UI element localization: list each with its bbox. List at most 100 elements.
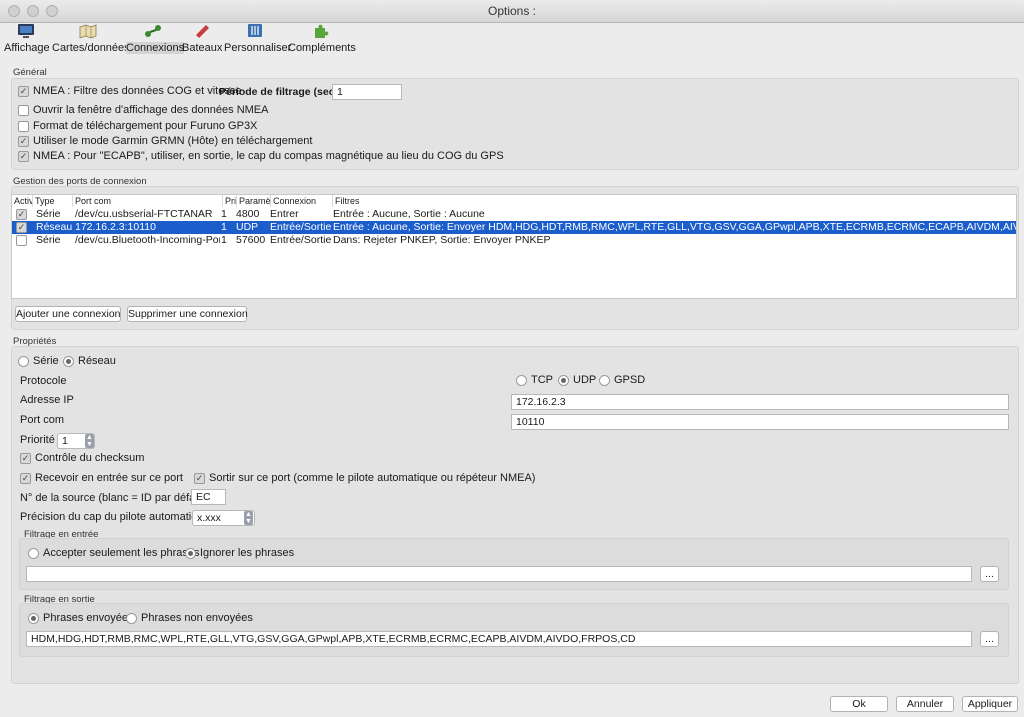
radio-circle[interactable] bbox=[63, 355, 74, 367]
connections-table[interactable]: Activ Type Port com Pri Paramètr Connexi… bbox=[11, 194, 1017, 299]
port-label: Port com bbox=[20, 414, 65, 426]
radio-circle[interactable] bbox=[185, 547, 196, 559]
priority-label: Priorité bbox=[20, 434, 55, 446]
gpsd-label: GPSD bbox=[614, 374, 646, 386]
not-sent-radio[interactable]: Phrases non envoyées bbox=[126, 612, 253, 624]
sent-radio[interactable]: Phrases envoyées bbox=[28, 612, 134, 624]
col-header-params[interactable]: Paramètr bbox=[237, 195, 271, 207]
row-filters: Entrée : Aucune, Sortie : Aucune bbox=[333, 208, 485, 220]
col-header-filters[interactable]: Filtres bbox=[333, 195, 1016, 207]
ip-input[interactable]: 172.16.2.3 bbox=[511, 394, 1009, 410]
row-connection: Entrée/Sortie bbox=[270, 234, 332, 246]
input-filter-field[interactable] bbox=[26, 566, 972, 582]
remove-connection-button[interactable]: Supprimer une connexion bbox=[127, 306, 248, 322]
precision-value: x.xxx bbox=[197, 512, 221, 524]
ignore-radio[interactable]: Ignorer les phrases bbox=[185, 547, 294, 559]
row-filters: Entrée : Aucune, Sortie: Envoyer HDM,HDG… bbox=[333, 221, 1016, 233]
connections-icon bbox=[145, 25, 161, 37]
apply-button[interactable]: Appliquer bbox=[962, 696, 1018, 712]
radio-circle[interactable] bbox=[558, 374, 569, 386]
row-type: Réseau bbox=[36, 221, 73, 233]
gpsd-radio[interactable]: GPSD bbox=[599, 374, 645, 386]
toolbar-complements[interactable]: Compléments bbox=[288, 22, 356, 62]
col-header-active[interactable]: Activ bbox=[12, 195, 33, 207]
tcp-label: TCP bbox=[531, 374, 553, 386]
radio-circle[interactable] bbox=[599, 374, 610, 386]
checkbox-box[interactable]: ✓ bbox=[18, 150, 29, 162]
add-connection-button[interactable]: Ajouter une connexion bbox=[15, 306, 121, 322]
checksum-label: Contrôle du checksum bbox=[35, 452, 145, 464]
checksum-checkbox[interactable]: ✓ Contrôle du checksum bbox=[20, 452, 144, 464]
row-type: Série bbox=[36, 208, 61, 220]
row-priority: 1 bbox=[221, 221, 227, 233]
ignore-label: Ignorer les phrases bbox=[200, 547, 295, 559]
row-port: /dev/cu.usbserial-FTCTANAR bbox=[75, 208, 213, 220]
charts-icon bbox=[79, 24, 97, 39]
input-filter-group bbox=[19, 538, 1009, 590]
serie-radio[interactable]: Série bbox=[18, 355, 59, 367]
row-filters: Dans: Rejeter PNKEP, Sortie: Envoyer PNK… bbox=[333, 234, 551, 246]
toolbar-affichage[interactable]: Affichage bbox=[4, 22, 50, 62]
not-sent-label: Phrases non envoyées bbox=[141, 612, 253, 624]
stepper-arrows-icon[interactable]: ▲ ▼ bbox=[85, 434, 94, 448]
radio-circle[interactable] bbox=[28, 612, 39, 624]
toolbar-cartes[interactable]: Cartes/données bbox=[52, 22, 130, 62]
output-checkbox[interactable]: ✓ Sortir sur ce port (comme le pilote au… bbox=[194, 472, 535, 484]
table-row-selected[interactable]: ✓ Réseau 172.16.2.3:10110 1 UDP Entrée/S… bbox=[12, 221, 1016, 234]
radio-circle[interactable] bbox=[516, 374, 527, 386]
furuno-checkbox[interactable]: Format de téléchargement pour Furuno GP3… bbox=[18, 120, 257, 132]
input-filter-browse-button[interactable]: ... bbox=[980, 566, 999, 582]
radio-circle[interactable] bbox=[18, 355, 29, 367]
select-arrows-icon[interactable]: ▲ ▼ bbox=[244, 511, 253, 525]
ecapb-checkbox[interactable]: ✓ NMEA : Pour "ECAPB", utiliser, en sort… bbox=[18, 150, 504, 162]
table-row[interactable]: ✓ Série /dev/cu.usbserial-FTCTANAR 1 480… bbox=[12, 208, 1016, 221]
accept-label: Accepter seulement les phrases bbox=[43, 547, 200, 559]
checkbox-box[interactable] bbox=[18, 120, 29, 132]
radio-circle[interactable] bbox=[28, 547, 39, 559]
accept-radio[interactable]: Accepter seulement les phrases bbox=[28, 547, 200, 559]
checkbox-box[interactable]: ✓ bbox=[20, 452, 31, 464]
row-active-checkbox[interactable]: ✓ bbox=[16, 209, 27, 220]
toolbar-connexions[interactable]: Connexions bbox=[126, 22, 185, 62]
toolbar-personnaliser[interactable]: Personnaliser bbox=[224, 22, 291, 62]
radio-circle[interactable] bbox=[126, 612, 137, 624]
receive-checkbox[interactable]: ✓ Recevoir en entrée sur ce port bbox=[20, 472, 183, 484]
checkbox-box[interactable]: ✓ bbox=[20, 472, 31, 484]
checkbox-box[interactable]: ✓ bbox=[18, 135, 29, 147]
row-active-checkbox[interactable] bbox=[16, 235, 27, 246]
precision-label: Précision du cap du pilote automatique bbox=[20, 511, 210, 523]
garmin-checkbox[interactable]: ✓ Utiliser le mode Garmin GRMN (Hôte) en… bbox=[18, 135, 312, 147]
reseau-radio[interactable]: Réseau bbox=[63, 355, 116, 367]
table-row[interactable]: Série /dev/cu.Bluetooth-Incoming-Port 1 … bbox=[12, 234, 1016, 247]
row-priority: 1 bbox=[221, 208, 227, 220]
open-nmea-window-checkbox[interactable]: Ouvrir la fenêtre d'affichage des donnée… bbox=[18, 104, 268, 116]
col-header-type[interactable]: Type bbox=[33, 195, 73, 207]
udp-radio[interactable]: UDP bbox=[558, 374, 596, 386]
output-filter-field[interactable]: HDM,HDG,HDT,RMB,RMC,WPL,RTE,GLL,VTG,GSV,… bbox=[26, 631, 972, 647]
ships-icon bbox=[196, 25, 209, 38]
tcp-radio[interactable]: TCP bbox=[516, 374, 553, 386]
customize-icon bbox=[248, 24, 262, 37]
toolbar-label: Personnaliser bbox=[224, 42, 292, 54]
furuno-label: Format de téléchargement pour Furuno GP3… bbox=[33, 120, 258, 132]
col-header-priority[interactable]: Pri bbox=[223, 195, 237, 207]
col-header-connection[interactable]: Connexion bbox=[271, 195, 333, 207]
row-active-checkbox[interactable]: ✓ bbox=[16, 222, 27, 233]
output-filter-browse-button[interactable]: ... bbox=[980, 631, 999, 647]
nmea-filter-checkbox[interactable]: ✓ NMEA : Filtre des données COG et vites… bbox=[18, 85, 241, 97]
checkbox-box[interactable]: ✓ bbox=[18, 85, 29, 97]
plugins-icon bbox=[315, 24, 329, 38]
ok-button[interactable]: Ok bbox=[830, 696, 888, 712]
port-input[interactable]: 10110 bbox=[511, 414, 1009, 430]
toolbar-bateaux[interactable]: Bateaux bbox=[182, 22, 222, 62]
checkbox-box[interactable]: ✓ bbox=[194, 472, 205, 484]
toolbar-label: Connexions bbox=[126, 42, 185, 54]
filter-period-input[interactable]: 1 bbox=[332, 84, 402, 100]
col-header-port[interactable]: Port com bbox=[73, 195, 223, 207]
cancel-button[interactable]: Annuler bbox=[896, 696, 954, 712]
checkbox-box[interactable] bbox=[18, 104, 29, 116]
ip-label: Adresse IP bbox=[20, 394, 74, 406]
source-input[interactable]: EC bbox=[191, 489, 226, 505]
toolbar-label: Bateaux bbox=[182, 42, 223, 54]
protocol-label: Protocole bbox=[20, 375, 67, 387]
